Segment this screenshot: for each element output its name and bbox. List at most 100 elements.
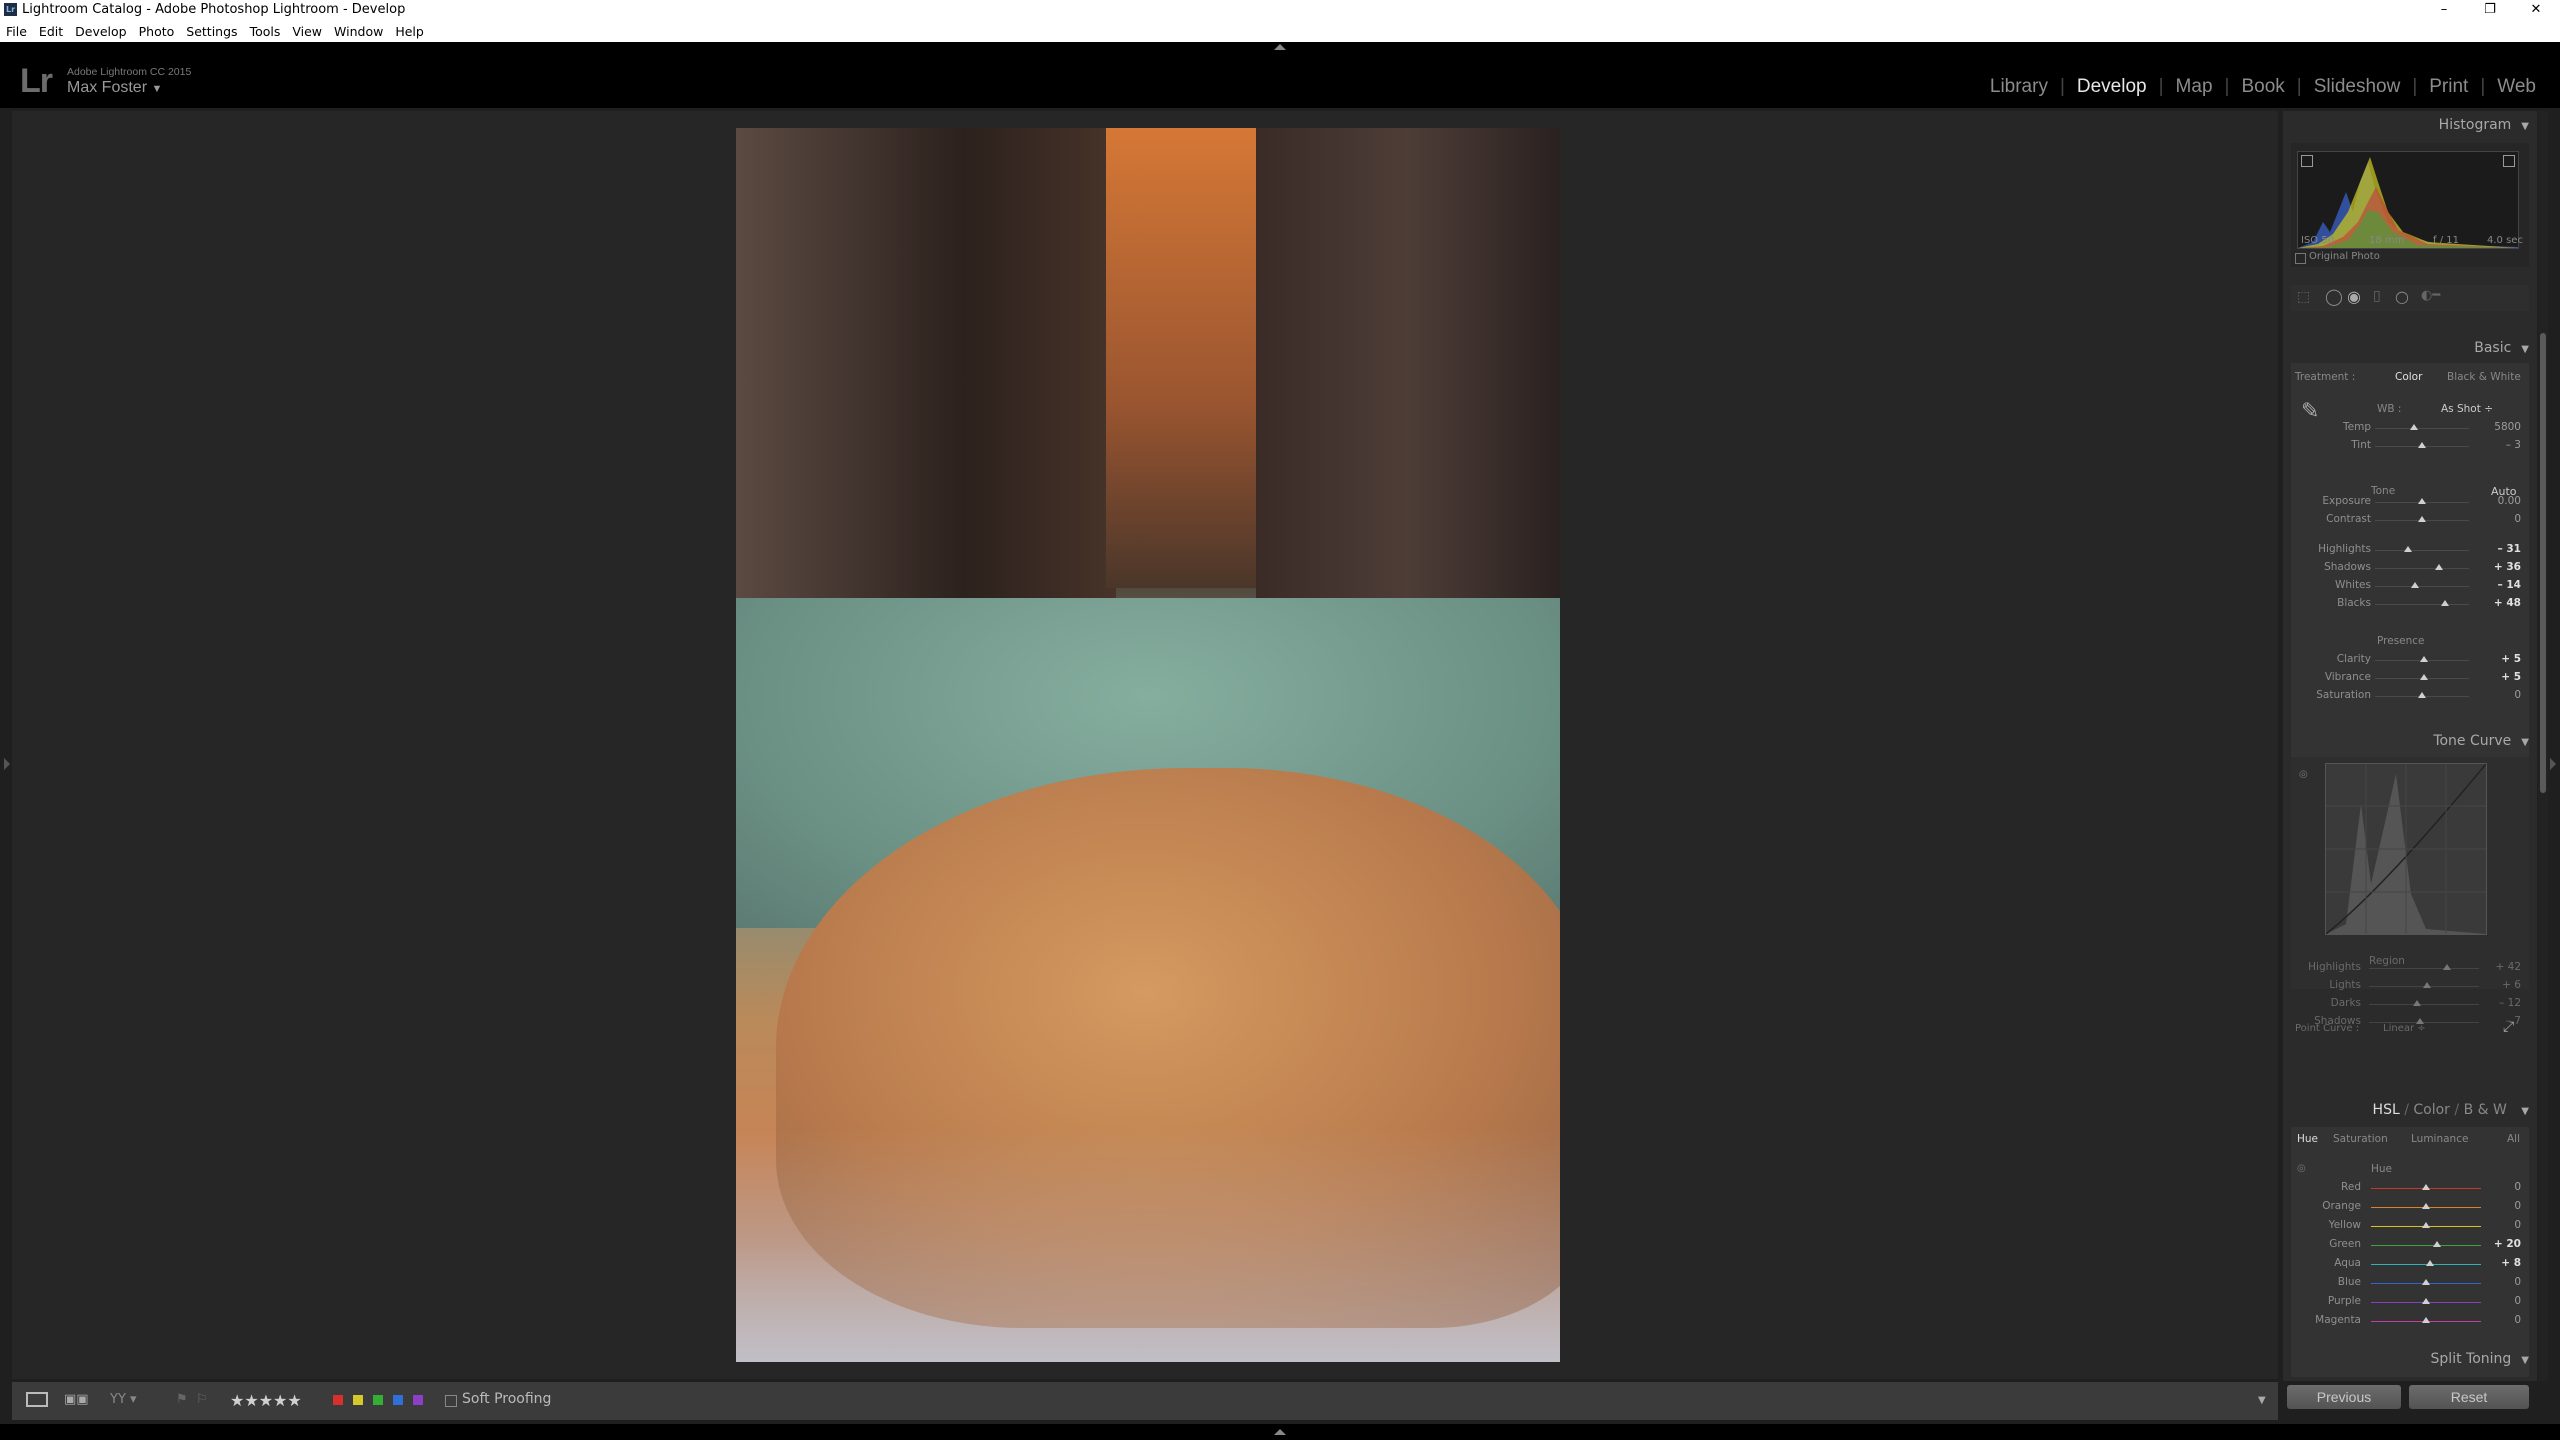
tone-curve-header[interactable]: Tone Curve ▼ (2433, 733, 2529, 749)
slider-value[interactable]: 0 (2491, 513, 2521, 525)
photo-preview[interactable] (736, 128, 1560, 1362)
close-button[interactable]: ✕ (2513, 0, 2559, 20)
slider-exposure[interactable]: Exposure 0.00 (2291, 495, 2529, 509)
star-rating[interactable]: ★★★★★ (230, 1391, 302, 1410)
module-library[interactable]: Library (1978, 76, 2060, 98)
wb-dropdown[interactable]: As Shot ÷ (2441, 403, 2493, 415)
user-name[interactable]: Max Foster ▼ (67, 79, 162, 97)
slider-value[interactable]: + 5 (2491, 653, 2521, 665)
flag-reject-icon[interactable]: ⚐ (196, 1392, 208, 1408)
hsl-tab[interactable]: HSL (2373, 1102, 2400, 1118)
slider-handle[interactable] (2422, 1184, 2430, 1190)
tone-curve-graph[interactable] (2325, 763, 2487, 935)
slider-handle[interactable] (2413, 1000, 2422, 1006)
menu-window[interactable]: Window (328, 20, 389, 39)
before-after-view-icon[interactable]: ▣▣ (64, 1392, 89, 1408)
slider-lights[interactable]: Lights + 6 (2291, 979, 2529, 993)
slider-value[interactable]: – 31 (2491, 543, 2521, 555)
hsl-saturation-tab[interactable]: Saturation (2333, 1133, 2388, 1145)
slider-blue[interactable]: Blue 0 (2291, 1276, 2529, 1290)
slider-value[interactable]: 0 (2491, 1200, 2521, 1212)
slider-track[interactable] (2375, 604, 2469, 605)
slider-handle[interactable] (2418, 442, 2426, 448)
color-label-blue[interactable] (393, 1395, 403, 1405)
slider-contrast[interactable]: Contrast 0 (2291, 513, 2529, 527)
collapse-top-panel-arrow-icon[interactable] (1274, 44, 1286, 50)
slider-handle[interactable] (2422, 1279, 2430, 1285)
slider-track[interactable] (2369, 1004, 2479, 1005)
slider-value[interactable]: + 20 (2491, 1238, 2521, 1250)
slider-value[interactable]: – 3 (2491, 439, 2521, 451)
slider-handle[interactable] (2422, 1317, 2430, 1323)
slider-tint[interactable]: Tint – 3 (2291, 439, 2529, 453)
color-label-purple[interactable] (413, 1395, 423, 1405)
module-print[interactable]: Print (2417, 76, 2480, 98)
slider-value[interactable]: + 6 (2491, 979, 2521, 991)
slider-handle[interactable] (2422, 1298, 2430, 1304)
toolbar-content-dropdown-icon[interactable]: ▼ (2258, 1395, 2266, 1411)
slider-handle[interactable] (2422, 1203, 2430, 1209)
menu-develop[interactable]: Develop (69, 20, 132, 39)
spot-removal-tool-icon[interactable]: ◯ (2325, 287, 2343, 306)
flag-pick-icon[interactable]: ⚑ (176, 1392, 188, 1408)
slider-whites[interactable]: Whites – 14 (2291, 579, 2529, 593)
slider-handle[interactable] (2419, 674, 2428, 680)
slider-handle[interactable] (2440, 600, 2449, 606)
slider-handle[interactable] (2418, 692, 2426, 698)
before-after-split-icon[interactable]: YY ▾ (110, 1392, 137, 1408)
module-slideshow[interactable]: Slideshow (2302, 76, 2413, 98)
hsl-hue-tab[interactable]: Hue (2297, 1133, 2318, 1145)
red-eye-tool-icon[interactable]: ◉ (2347, 287, 2361, 306)
slider-handle[interactable] (2418, 498, 2426, 504)
split-toning-header[interactable]: Split Toning ▼ (2431, 1351, 2529, 1367)
basic-header[interactable]: Basic ▼ (2474, 340, 2529, 356)
soft-proofing-checkbox[interactable] (445, 1395, 457, 1407)
slider-track[interactable] (2375, 568, 2469, 569)
menu-tools[interactable]: Tools (244, 20, 287, 39)
hsl-all-tab[interactable]: All (2507, 1133, 2520, 1145)
left-panel-toggle-arrow-icon[interactable] (4, 758, 10, 770)
slider-temp[interactable]: Temp 5800 (2291, 421, 2529, 435)
slider-handle[interactable] (2423, 982, 2432, 988)
slider-value[interactable]: + 36 (2491, 561, 2521, 573)
hsl-luminance-tab[interactable]: Luminance (2411, 1133, 2468, 1145)
slider-value[interactable]: 5800 (2491, 421, 2521, 433)
module-develop[interactable]: Develop (2065, 76, 2159, 98)
menu-help[interactable]: Help (389, 20, 430, 39)
slider-green[interactable]: Green + 20 (2291, 1238, 2529, 1252)
slider-handle[interactable] (2434, 564, 2443, 570)
highlight-clipping-toggle[interactable] (2503, 155, 2515, 167)
maximize-button[interactable]: ❐ (2467, 0, 2513, 20)
color-label-green[interactable] (373, 1395, 383, 1405)
slider-highlights[interactable]: Highlights – 31 (2291, 543, 2529, 557)
slider-shadows[interactable]: Shadows + 36 (2291, 561, 2529, 575)
slider-handle[interactable] (2426, 1260, 2435, 1266)
slider-value[interactable]: 0 (2491, 1295, 2521, 1307)
slider-clarity[interactable]: Clarity + 5 (2291, 653, 2529, 667)
slider-aqua[interactable]: Aqua + 8 (2291, 1257, 2529, 1271)
slider-value[interactable]: – 12 (2491, 997, 2521, 1009)
treatment-bw-option[interactable]: Black & White (2447, 371, 2521, 383)
slider-yellow[interactable]: Yellow 0 (2291, 1219, 2529, 1233)
histogram-header[interactable]: Histogram ▼ (2439, 117, 2529, 133)
slider-vibrance[interactable]: Vibrance + 5 (2291, 671, 2529, 685)
slider-track[interactable] (2371, 1245, 2481, 1246)
slider-value[interactable]: 0 (2491, 1219, 2521, 1231)
slider-handle[interactable] (2422, 1222, 2430, 1228)
slider-value[interactable]: + 42 (2491, 961, 2522, 973)
radial-filter-icon[interactable]: ○ (2395, 287, 2409, 306)
original-photo-checkbox[interactable] (2295, 253, 2306, 264)
menu-photo[interactable]: Photo (133, 20, 181, 39)
menu-view[interactable]: View (286, 20, 328, 39)
slider-blacks[interactable]: Blacks + 48 (2291, 597, 2529, 611)
menu-edit[interactable]: Edit (33, 20, 69, 39)
color-label-yellow[interactable] (353, 1395, 363, 1405)
slider-value[interactable]: 0 (2491, 689, 2521, 701)
treatment-color-option[interactable]: Color (2395, 371, 2422, 383)
scrollbar-thumb[interactable] (2540, 333, 2546, 793)
show-filmstrip-arrow-icon[interactable] (1274, 1429, 1286, 1435)
slider-highlights[interactable]: Highlights + 42 (2291, 961, 2529, 975)
slider-handle[interactable] (2411, 582, 2420, 588)
bw-tab[interactable]: B & W (2464, 1102, 2507, 1118)
module-book[interactable]: Book (2229, 76, 2296, 98)
